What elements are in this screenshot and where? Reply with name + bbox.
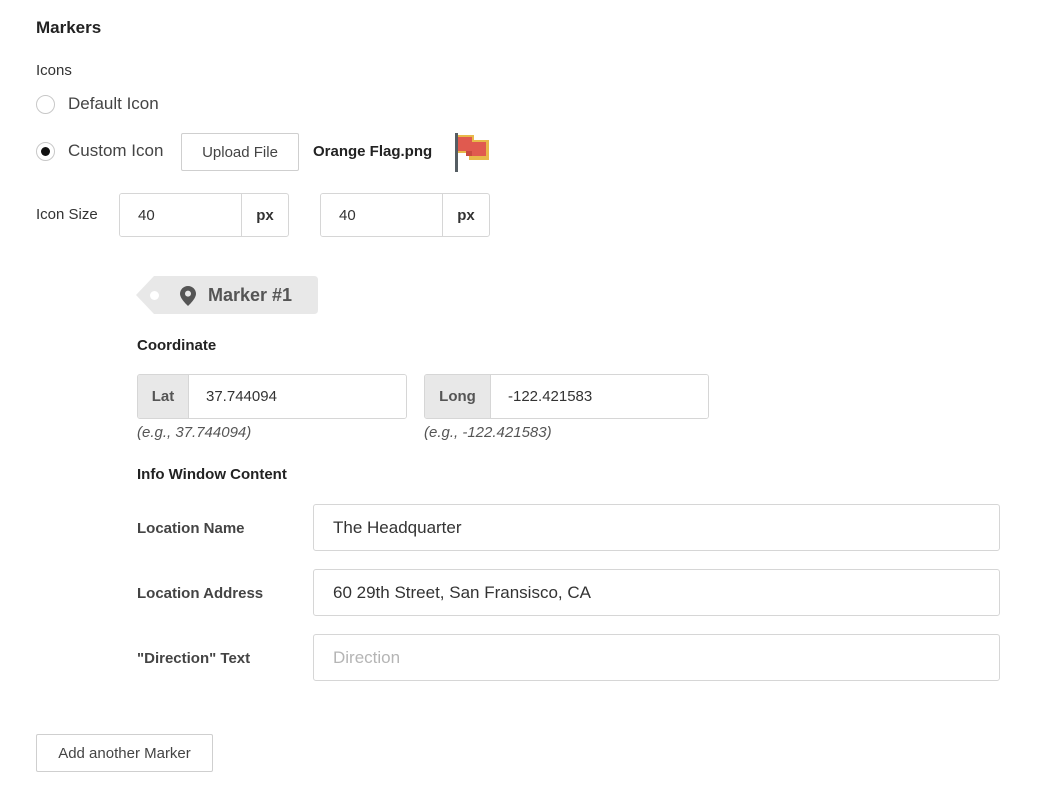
radio-custom-icon-circle[interactable] [36,141,55,161]
radio-custom-icon[interactable]: Custom Icon [36,141,163,161]
icon-width-input[interactable] [120,194,241,236]
radio-default-icon[interactable]: Default Icon [36,94,159,114]
marker-tag[interactable]: Marker #1 [136,276,318,314]
coordinate-title: Coordinate [137,337,217,354]
icon-height-input[interactable] [321,194,442,236]
info-window-title: Info Window Content [137,466,287,483]
radio-custom-icon-label: Custom Icon [68,141,164,160]
add-another-marker-button[interactable]: Add another Marker [36,734,213,772]
long-input[interactable] [491,375,708,418]
marker-tag-hole [150,291,159,300]
icon-width-unit: px [241,194,288,236]
orange-flag-icon [455,133,489,172]
direction-text-input[interactable] [313,634,1000,681]
radio-default-icon-circle[interactable] [36,94,55,114]
lat-group: Lat [137,374,407,419]
lat-addon: Lat [138,375,189,418]
icon-height-unit: px [442,194,489,236]
long-group: Long [424,374,709,419]
icons-label: Icons [36,62,72,79]
long-addon: Long [425,375,491,418]
map-pin-icon [180,286,196,306]
long-hint: (e.g., -122.421583) [424,424,552,441]
icon-width-group: px [119,193,289,237]
marker-label: Marker #1 [208,285,293,305]
location-name-input[interactable] [313,504,1000,551]
location-address-label: Location Address [137,585,264,602]
lat-input[interactable] [189,375,406,418]
upload-file-button[interactable]: Upload File [181,133,299,171]
section-title: Markers [36,18,102,37]
location-address-input[interactable] [313,569,1000,616]
icon-height-group: px [320,193,490,237]
radio-default-icon-label: Default Icon [68,94,159,113]
direction-text-label: "Direction" Text [137,650,251,667]
location-name-label: Location Name [137,520,245,537]
uploaded-file-name: Orange Flag.png [313,143,433,160]
icon-size-label: Icon Size [36,206,98,223]
lat-hint: (e.g., 37.744094) [137,424,252,441]
